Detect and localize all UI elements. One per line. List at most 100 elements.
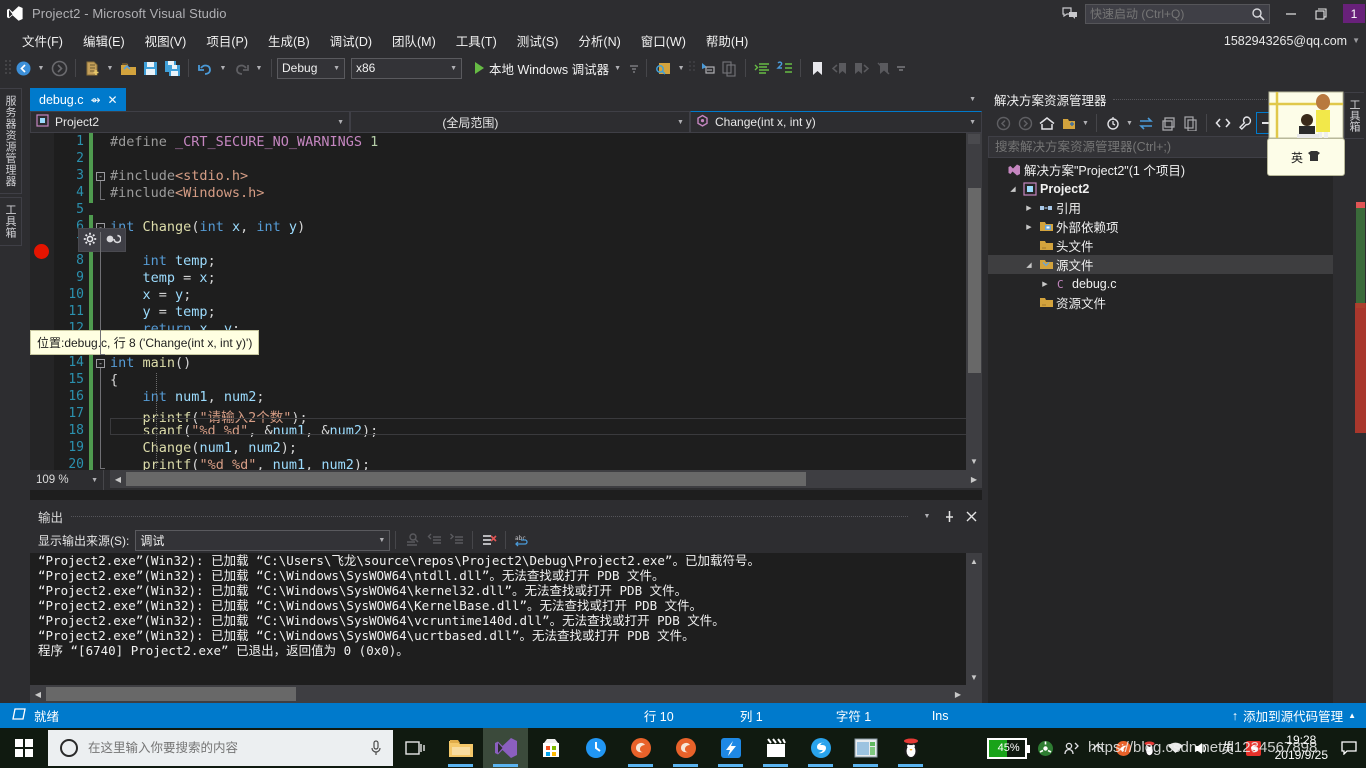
pending-changes-icon[interactable]	[1058, 112, 1080, 134]
code-line[interactable]: {	[110, 372, 118, 388]
indent-icon[interactable]	[751, 57, 773, 79]
word-wrap-icon[interactable]: abc	[511, 529, 533, 551]
sidebar-item-toolbox[interactable]: 工具箱	[0, 197, 22, 246]
scroll-right-arrow[interactable]: ▶	[968, 473, 980, 485]
code-line[interactable]: int num1, num2;	[110, 389, 265, 405]
breakpoint-icon[interactable]	[34, 244, 49, 259]
code-line[interactable]: int temp;	[110, 253, 216, 269]
taskbar-app-window-icon[interactable]	[843, 728, 888, 768]
redo-icon[interactable]	[230, 57, 252, 79]
panel-drag-dots[interactable]	[71, 515, 908, 517]
code-line[interactable]: y = temp;	[110, 304, 216, 320]
scroll-left-arrow[interactable]: ◀	[32, 688, 44, 700]
taskbar-app-qq-icon[interactable]	[888, 728, 933, 768]
code-line[interactable]: printf("%d %d", num1, num2);	[110, 457, 371, 470]
chevron-down-icon[interactable]: ▼	[91, 477, 103, 484]
menu-analyze[interactable]: 分析(N)	[568, 27, 630, 54]
taskbar-app-firefox-icon[interactable]	[618, 728, 663, 768]
back-icon[interactable]	[992, 112, 1014, 134]
save-all-icon[interactable]	[161, 57, 183, 79]
save-icon[interactable]	[139, 57, 161, 79]
comment-icon[interactable]	[773, 57, 795, 79]
chevron-down-icon[interactable]: ▼	[614, 65, 621, 72]
undo-dropdown[interactable]: ▼	[216, 57, 230, 79]
quick-launch-input[interactable]	[1090, 6, 1251, 21]
tree-node[interactable]: ▶ 外部依赖项	[988, 217, 1333, 236]
menu-debug[interactable]: 调试(D)	[320, 27, 382, 54]
bookmark-icon[interactable]	[806, 57, 828, 79]
undo-icon[interactable]	[194, 57, 216, 79]
copy-icon[interactable]	[718, 57, 740, 79]
add-to-source-control[interactable]: ↑ 添加到源代码管理 ▲	[1232, 706, 1366, 725]
code-line[interactable]: int Change(int x, int y)	[110, 219, 305, 235]
menu-file[interactable]: 文件(F)	[12, 27, 73, 54]
chevron-down-icon[interactable]: ▼	[333, 65, 340, 72]
chevron-down-icon[interactable]: ▼	[337, 119, 344, 126]
scroll-down-arrow[interactable]: ▼	[968, 671, 980, 683]
scroll-right-arrow[interactable]: ▶	[952, 688, 964, 700]
chevron-expanded-icon[interactable]: ◢	[1022, 261, 1036, 269]
sidebar-item-server-explorer[interactable]: 服务器资源管理器	[0, 88, 22, 194]
sync-with-active-document-icon[interactable]	[1102, 112, 1124, 134]
next-bookmark-icon[interactable]	[850, 57, 872, 79]
chevron-down-icon[interactable]: ▼	[969, 96, 976, 103]
taskbar-app-sogou-input-icon[interactable]	[798, 728, 843, 768]
find-dropdown[interactable]: ▼	[674, 57, 688, 79]
navigate-back-dropdown[interactable]: ▼	[34, 57, 48, 79]
scroll-up-arrow[interactable]: ▲	[968, 555, 980, 567]
find-in-files-icon[interactable]	[652, 57, 674, 79]
toolbar-grip[interactable]	[4, 59, 12, 77]
sidebar-item-toolbox-right[interactable]: 工具箱	[1344, 92, 1364, 139]
editor-vertical-scroll-thumb[interactable]	[968, 188, 981, 373]
minimize-button[interactable]	[1276, 0, 1306, 27]
menu-team[interactable]: 团队(M)	[382, 27, 446, 54]
action-center-icon[interactable]	[1336, 728, 1362, 768]
scroll-down-arrow[interactable]: ▼	[968, 455, 980, 467]
editor-split-handle[interactable]	[968, 134, 980, 144]
taskbar-app-clock-icon[interactable]	[573, 728, 618, 768]
editor-horizontal-scrollbar[interactable]: ◀ ▶	[110, 470, 982, 488]
code-line[interactable]: #include<stdio.h>	[110, 168, 248, 184]
outlining-collapse-icon[interactable]: -	[96, 172, 105, 181]
scroll-left-arrow[interactable]: ◀	[112, 473, 124, 485]
clear-all-icon[interactable]	[478, 529, 500, 551]
zoom-level-combo[interactable]: 109 % ▼	[30, 470, 104, 490]
panel-dropdown-icon[interactable]: ▼	[916, 505, 938, 527]
redo-dropdown[interactable]: ▼	[252, 57, 266, 79]
show-all-files-icon[interactable]	[1179, 112, 1201, 134]
restore-button[interactable]	[1306, 0, 1336, 27]
tree-node[interactable]: ▶ 引用	[988, 198, 1333, 217]
taskbar-app-visual-studio-icon[interactable]	[483, 728, 528, 768]
chevron-down-icon[interactable]: ▼	[1124, 112, 1135, 134]
chevron-collapsed-icon[interactable]: ▶	[1038, 280, 1052, 288]
next-message-icon[interactable]	[445, 529, 467, 551]
account-menu[interactable]: 1582943265@qq.com ▼	[1224, 27, 1360, 54]
navbar-member-combo[interactable]: Change(int x, int y) ▼	[690, 111, 982, 133]
previous-bookmark-icon[interactable]	[828, 57, 850, 79]
tree-node[interactable]: 头文件	[988, 236, 1333, 255]
navbar-scope-combo[interactable]: (全局范围) ▼	[350, 111, 690, 133]
view-code-icon[interactable]	[1212, 112, 1234, 134]
chevron-down-icon[interactable]: ▼	[1080, 112, 1091, 134]
code-line[interactable]: temp = x;	[110, 270, 216, 286]
collapse-all-icon[interactable]	[1157, 112, 1179, 134]
quick-launch-box[interactable]	[1085, 3, 1270, 24]
taskbar-app-microsoft-store-icon[interactable]	[528, 728, 573, 768]
chevron-down-icon[interactable]: ▼	[677, 119, 684, 126]
solution-platform-combo[interactable]: x86 ▼	[351, 57, 462, 79]
menu-tools[interactable]: 工具(T)	[446, 27, 507, 54]
chevron-expanded-icon[interactable]: ◢	[1006, 185, 1020, 193]
start-debugging-button[interactable]: 本地 Windows 调试器 ▼	[469, 57, 627, 79]
ime-skin-icon[interactable]	[1307, 150, 1321, 165]
output-text-area[interactable]: “Project2.exe”(Win32): 已加载 “C:\Users\飞龙\…	[30, 553, 966, 685]
output-source-select[interactable]: 调试 ▼	[135, 529, 391, 551]
safety-shield-icon[interactable]	[1033, 728, 1059, 768]
taskbar-app-firefox-icon-2[interactable]	[663, 728, 708, 768]
editor-horizontal-scroll-thumb[interactable]	[126, 472, 806, 486]
solution-configuration-combo[interactable]: Debug ▼	[277, 57, 345, 79]
new-project-dropdown[interactable]: ▼	[103, 57, 117, 79]
home-icon[interactable]	[1036, 112, 1058, 134]
taskbar-app-video-player-icon[interactable]	[753, 728, 798, 768]
notification-badge[interactable]: 1	[1343, 4, 1365, 23]
ime-mode-label[interactable]: 英	[1291, 149, 1303, 166]
